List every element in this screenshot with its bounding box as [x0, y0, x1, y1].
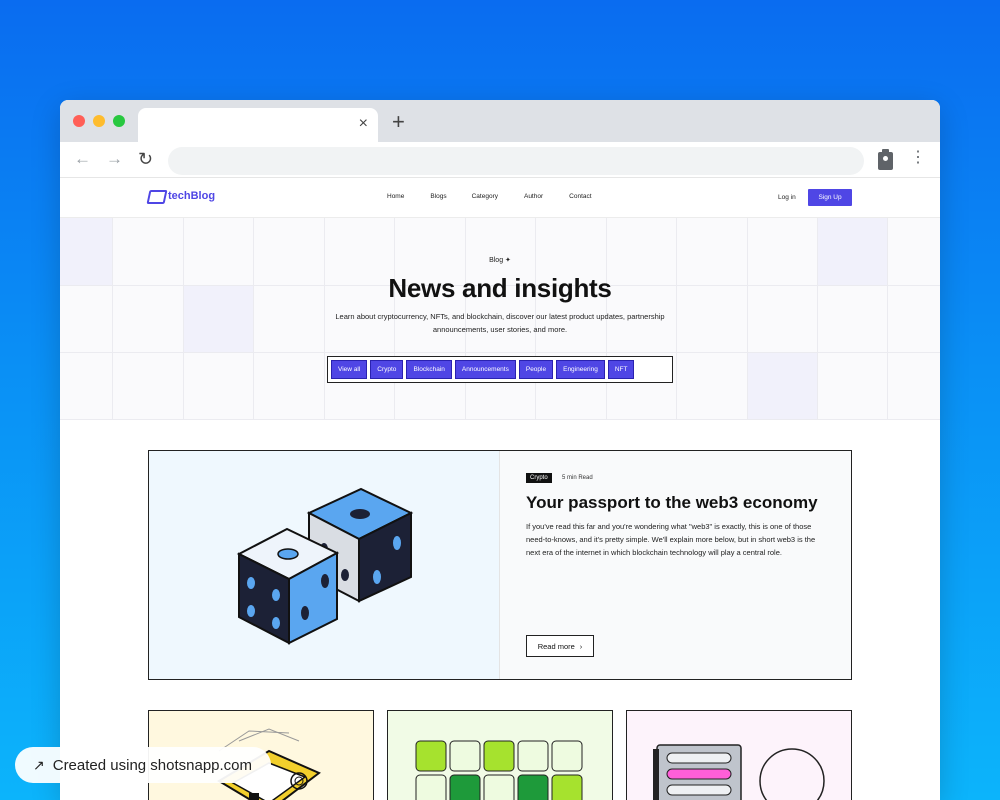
read-time: 5 min Read	[562, 475, 593, 481]
nav-blogs[interactable]: Blogs	[430, 193, 446, 200]
featured-post-card[interactable]: Crypto 5 min Read Your passport to the w…	[148, 450, 852, 680]
hero-section: Blog ✦ News and insights Learn about cry…	[60, 218, 940, 420]
post-card[interactable]	[626, 710, 852, 800]
blog-page: techBlog Home Blogs Category Author Cont…	[60, 178, 940, 800]
filter-nft[interactable]: NFT	[607, 360, 635, 379]
back-arrow-icon[interactable]: ←	[74, 149, 91, 169]
login-link[interactable]: Log in	[778, 194, 796, 201]
grid-line	[747, 218, 748, 420]
nav-author[interactable]: Author	[524, 193, 543, 200]
read-more-button[interactable]: Read more ›	[526, 635, 594, 657]
chevron-right-icon: ›	[579, 641, 583, 651]
site-logo[interactable]: techBlog	[148, 190, 215, 202]
green-grid-icon	[415, 740, 583, 800]
logo-mark-icon	[148, 190, 164, 202]
filter-engineering[interactable]: Engineering	[556, 360, 605, 379]
nav-category[interactable]: Category	[472, 193, 498, 200]
dice-icon	[236, 487, 414, 645]
address-bar[interactable]	[168, 147, 864, 175]
arrow-up-right-icon: ↗	[33, 756, 45, 773]
grid-line	[60, 419, 940, 420]
blog-breadcrumb: Blog ✦	[489, 257, 511, 264]
new-tab-icon[interactable]: +	[392, 111, 405, 133]
browser-toolbar: ← → ↻ ⋮	[60, 142, 940, 178]
nav-home[interactable]: Home	[387, 193, 404, 200]
forward-arrow-icon[interactable]: →	[106, 149, 123, 169]
clipboard-profile-icon[interactable]	[878, 149, 893, 170]
nav-contact[interactable]: Contact	[569, 193, 591, 200]
browser-window: × + ← → ↻ ⋮ techBlog Home Blogs Category…	[60, 100, 940, 800]
minimize-window-button[interactable]	[93, 115, 105, 127]
more-menu-icon[interactable]: ⋮	[910, 148, 926, 168]
post-card[interactable]	[387, 710, 613, 800]
www-globe-icon	[653, 744, 825, 800]
category-tag[interactable]: Crypto	[526, 473, 552, 483]
shotsnapp-badge[interactable]: ↗ Created using shotsnapp.com	[15, 747, 271, 783]
dice-illustration	[149, 451, 500, 679]
filter-crypto[interactable]: Crypto	[370, 360, 404, 379]
tab-bar: × +	[60, 100, 940, 142]
grid-line	[817, 218, 818, 420]
filter-people[interactable]: People	[518, 360, 554, 379]
grid-line	[112, 218, 113, 420]
close-icon[interactable]: ×	[359, 115, 368, 133]
grid-line	[60, 352, 940, 353]
reload-icon[interactable]: ↻	[138, 149, 153, 169]
page-subtitle: Learn about cryptocurrency, NFTs, and bl…	[335, 312, 665, 334]
logo-text: techBlog	[168, 190, 216, 202]
read-more-label: Read more	[537, 641, 575, 651]
badge-text: Created using shotsnapp.com	[52, 756, 253, 774]
signup-button[interactable]: Sign Up	[808, 189, 852, 206]
browser-tab[interactable]: ×	[138, 108, 378, 142]
close-window-button[interactable]	[73, 115, 85, 127]
main-nav: Home Blogs Category Author Contact	[387, 193, 610, 200]
grid-highlight-cell	[747, 352, 817, 420]
maximize-window-button[interactable]	[113, 115, 125, 127]
post-title[interactable]: Your passport to the web3 economy	[526, 493, 818, 513]
featured-post-body: Crypto 5 min Read Your passport to the w…	[500, 451, 851, 679]
site-header: techBlog Home Blogs Category Author Cont…	[60, 178, 940, 218]
filter-announcements[interactable]: Announcements	[454, 360, 516, 379]
filter-view-all[interactable]: View all	[331, 360, 368, 379]
filter-blockchain[interactable]: Blockchain	[406, 360, 452, 379]
category-filter-bar: View all Crypto Blockchain Announcements…	[327, 356, 673, 383]
post-excerpt: If you've read this far and you're wonde…	[526, 522, 816, 557]
grid-line	[887, 218, 888, 420]
page-title: News and insights	[388, 273, 612, 303]
grid-line	[183, 218, 184, 420]
grid-line	[253, 218, 254, 420]
